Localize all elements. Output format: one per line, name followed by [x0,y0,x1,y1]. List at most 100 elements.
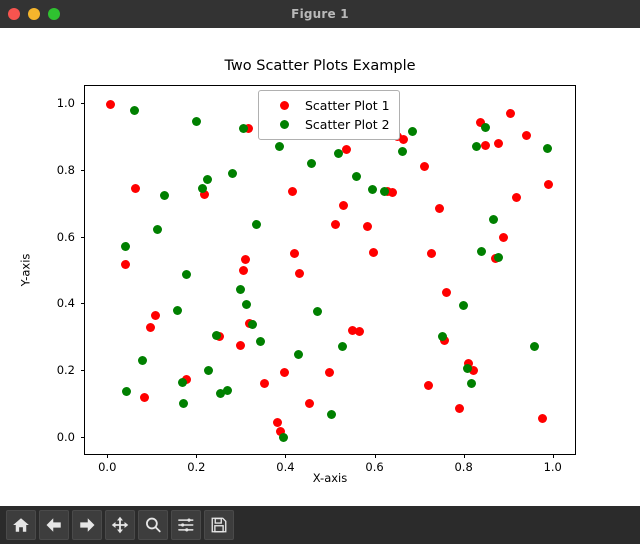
scatter-point [130,183,140,193]
scatter-point [435,204,445,214]
arrow-right-icon [78,516,96,534]
window-controls [8,0,60,28]
scatter-point [238,265,248,275]
scatter-point [354,326,364,336]
scatter-point [337,342,347,352]
scatter-point [530,342,540,352]
scatter-point [488,214,498,224]
scatter-point [247,320,257,330]
window-titlebar: Figure 1 [0,0,640,29]
pan-button[interactable] [105,510,135,540]
home-button[interactable] [6,510,36,540]
legend-marker-series1 [280,101,289,110]
scatter-point [493,139,503,149]
floppy-disk-icon [210,516,228,534]
x-axis-tick [552,454,554,458]
scatter-point [427,248,437,258]
scatter-point [106,99,116,109]
scatter-point [146,323,156,333]
scatter-point [259,378,269,388]
y-axis-tick [81,303,85,305]
move-icon [111,516,129,534]
y-axis-tick [81,102,85,104]
scatter-point [543,179,553,189]
scatter-point [521,131,531,140]
plot-surface [85,86,575,454]
forward-button[interactable] [72,510,102,540]
home-icon [12,516,30,534]
scatter-point [280,367,290,377]
scatter-point [313,306,323,316]
x-axis-tick [285,454,287,458]
maximize-window-button[interactable] [48,8,60,20]
scatter-point [462,364,472,374]
back-button[interactable] [39,510,69,540]
scatter-point [223,385,233,395]
plot-axes[interactable]: Scatter Plot 1 Scatter Plot 2 0.0 0.2 0.4 0… [57,85,576,474]
scatter-point [363,222,373,231]
scatter-point [203,175,213,185]
x-axis-tick [196,454,198,458]
scatter-point [352,171,362,181]
arrow-left-icon [45,516,63,534]
scatter-point [442,287,452,297]
scatter-point [274,141,284,151]
scatter-point [295,268,305,278]
scatter-point [481,140,491,150]
y-axis-tick-label: 0.8 [56,162,75,177]
scatter-point [387,187,397,197]
legend-marker-series2 [280,120,289,129]
scatter-point [454,404,464,414]
scatter-point [424,380,434,390]
scatter-point [228,169,238,179]
scatter-point [459,301,469,311]
scatter-point [197,183,207,193]
figure-canvas[interactable]: Two Scatter Plots Example Y-axis Scatter… [0,28,640,506]
scatter-point [480,122,490,132]
x-axis-tick [107,454,109,458]
navigation-toolbar [0,506,640,544]
scatter-point [334,149,344,159]
scatter-point [120,260,130,270]
scatter-point [294,349,304,359]
y-axis-tick [81,370,85,372]
scatter-point [511,193,521,203]
scatter-point [505,108,515,118]
scatter-point [137,356,147,366]
y-axis-tick-label: 1.0 [56,95,75,110]
y-axis-tick [81,437,85,439]
scatter-point [330,219,340,229]
y-axis-tick [81,169,85,171]
scatter-point [177,377,187,387]
chart-legend: Scatter Plot 1 Scatter Plot 2 [258,90,400,140]
scatter-point [251,219,261,229]
scatter-point [493,253,503,263]
sliders-icon [177,516,195,534]
scatter-point [399,135,408,145]
scatter-point [287,186,297,196]
close-window-button[interactable] [8,8,20,20]
zoom-button[interactable] [138,510,168,540]
subplots-button[interactable] [171,510,201,540]
legend-item: Scatter Plot 1 [266,96,390,115]
scatter-point [499,232,509,242]
scatter-point [241,299,251,309]
scatter-point [471,141,481,151]
scatter-point [121,386,131,396]
x-axis-tick [374,454,376,458]
scatter-point [342,145,352,155]
scatter-point [397,146,407,156]
scatter-point [419,162,429,172]
x-axis-label: X-axis [312,471,348,485]
scatter-point [236,341,246,351]
scatter-point [240,255,250,265]
save-button[interactable] [204,510,234,540]
scatter-point [278,432,288,442]
y-axis-tick-label: 0.6 [56,229,75,244]
scatter-point [179,399,189,409]
y-axis-tick-label: 0.0 [56,430,75,445]
scatter-point [289,248,299,258]
scatter-point [306,159,316,169]
chart-title: Two Scatter Plots Example [224,58,416,74]
minimize-window-button[interactable] [28,8,40,20]
